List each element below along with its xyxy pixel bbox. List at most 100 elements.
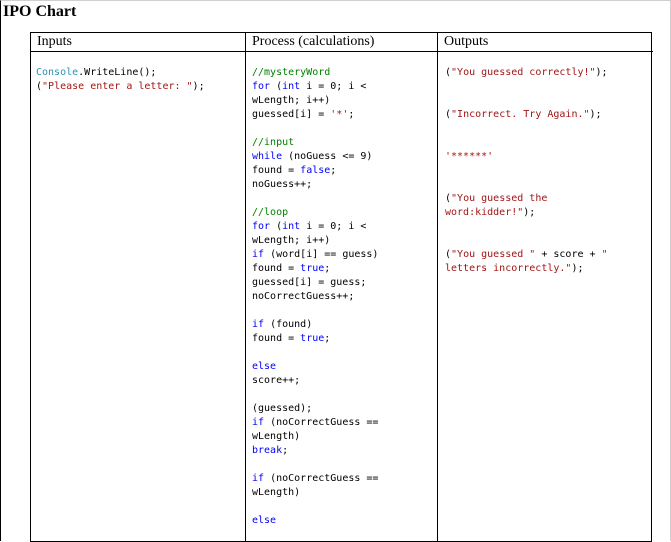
- code-line: ("Please enter a letter: ");: [36, 80, 205, 94]
- code-token: Console: [36, 67, 79, 78]
- code-line: wLength; i++): [252, 234, 378, 248]
- code-token: while: [252, 151, 283, 162]
- code-token: "You guessed correctly!": [451, 67, 596, 78]
- code-token: (guessed);: [252, 403, 313, 414]
- code-token: (: [270, 81, 283, 92]
- code-token: for: [252, 81, 271, 92]
- code-line: //loop: [252, 206, 378, 220]
- code-token: );: [523, 207, 536, 218]
- code-token: "Incorrect. Try Again.": [451, 109, 590, 120]
- code-token: ;: [282, 445, 289, 456]
- code-token: (word[i] == guess): [264, 249, 379, 260]
- code-line: noCorrectGuess++;: [252, 290, 378, 304]
- code-line: if (found): [252, 318, 378, 332]
- code-line: while (noGuess <= 9): [252, 150, 378, 164]
- code-line: letters incorrectly.");: [445, 262, 608, 276]
- code-token: word:kidder!": [445, 207, 524, 218]
- code-token: if: [252, 473, 265, 484]
- document-title: IPO Chart: [3, 3, 77, 20]
- code-token: if: [252, 417, 265, 428]
- code-line: found = true;: [252, 332, 378, 346]
- code-token: int: [282, 81, 301, 92]
- code-token: wLength): [252, 487, 301, 498]
- code-line: ("You guessed the: [445, 192, 608, 206]
- code-line: guessed[i] = '*';: [252, 108, 378, 122]
- code-token: );: [589, 109, 602, 120]
- code-line: else: [252, 360, 378, 374]
- code-token: int: [282, 221, 301, 232]
- outputs-column: Outputs ("You guessed correctly!"); ("Inc…: [437, 33, 653, 541]
- code-token: wLength): [252, 431, 301, 442]
- code-line: ("You guessed correctly!");: [445, 66, 608, 80]
- header-divider: [438, 51, 653, 52]
- process-header: Process (calculations): [252, 34, 375, 49]
- code-line: //input: [252, 136, 378, 150]
- code-line: //mysteryWord: [252, 66, 378, 80]
- code-token: else: [252, 515, 277, 526]
- code-line: (guessed);: [252, 402, 378, 416]
- code-token: "Please enter a letter: ": [42, 81, 193, 92]
- outputs-header: Outputs: [444, 34, 489, 49]
- code-token: break: [252, 445, 283, 456]
- code-token: ": [601, 249, 608, 260]
- code-token: + score +: [535, 249, 602, 260]
- code-token: (noGuess <= 9): [282, 151, 373, 162]
- code-token: ;: [348, 109, 355, 120]
- inputs-column: Inputs Console.WriteLine(); ("Please ente…: [31, 33, 245, 541]
- code-token: if: [252, 249, 265, 260]
- code-line: else: [252, 514, 378, 528]
- code-token: found =: [252, 165, 301, 176]
- code-line: for (int i = 0; i <: [252, 80, 378, 94]
- code-line: break;: [252, 444, 378, 458]
- code-token: .WriteLine();: [78, 67, 157, 78]
- code-token: (: [270, 221, 283, 232]
- code-line: found = false;: [252, 164, 378, 178]
- code-token: letters incorrectly.": [445, 263, 572, 274]
- code-line: guessed[i] = guess;: [252, 276, 378, 290]
- code-token: found =: [252, 333, 301, 344]
- code-token: '******': [445, 151, 494, 162]
- code-token: );: [595, 67, 608, 78]
- code-token: ;: [330, 165, 337, 176]
- code-token: true: [300, 333, 325, 344]
- code-line: ("Incorrect. Try Again.");: [445, 108, 608, 122]
- code-line: score++;: [252, 374, 378, 388]
- code-token: i = 0; i <: [300, 221, 367, 232]
- code-token: found =: [252, 263, 301, 274]
- code-token: else: [252, 361, 277, 372]
- code-token: if: [252, 319, 265, 330]
- code-token: (found): [264, 319, 313, 330]
- code-token: "You guessed ": [451, 249, 536, 260]
- code-line: for (int i = 0; i <: [252, 220, 378, 234]
- code-token: for: [252, 221, 271, 232]
- code-token: ;: [324, 333, 331, 344]
- code-line: if (noCorrectGuess ==: [252, 416, 378, 430]
- code-line: '******': [445, 150, 608, 164]
- inputs-code-block: Console.WriteLine(); ("Please enter a let…: [36, 66, 205, 94]
- code-line: if (noCorrectGuess ==: [252, 472, 378, 486]
- code-token: //loop: [252, 207, 289, 218]
- code-token: //mysteryWord: [252, 67, 331, 78]
- code-line: wLength): [252, 486, 378, 500]
- code-token: noCorrectGuess++;: [252, 291, 355, 302]
- process-code-block: //mysteryWord for (int i = 0; i < wLength;…: [252, 66, 378, 528]
- code-token: guessed[i] =: [252, 109, 331, 120]
- code-line: Console.WriteLine();: [36, 66, 205, 80]
- header-divider: [246, 51, 437, 52]
- code-token: );: [571, 263, 584, 274]
- code-line: wLength; i++): [252, 94, 378, 108]
- code-token: wLength; i++): [252, 95, 331, 106]
- code-line: wLength): [252, 430, 378, 444]
- process-column: Process (calculations) //mysteryWord for …: [245, 33, 437, 541]
